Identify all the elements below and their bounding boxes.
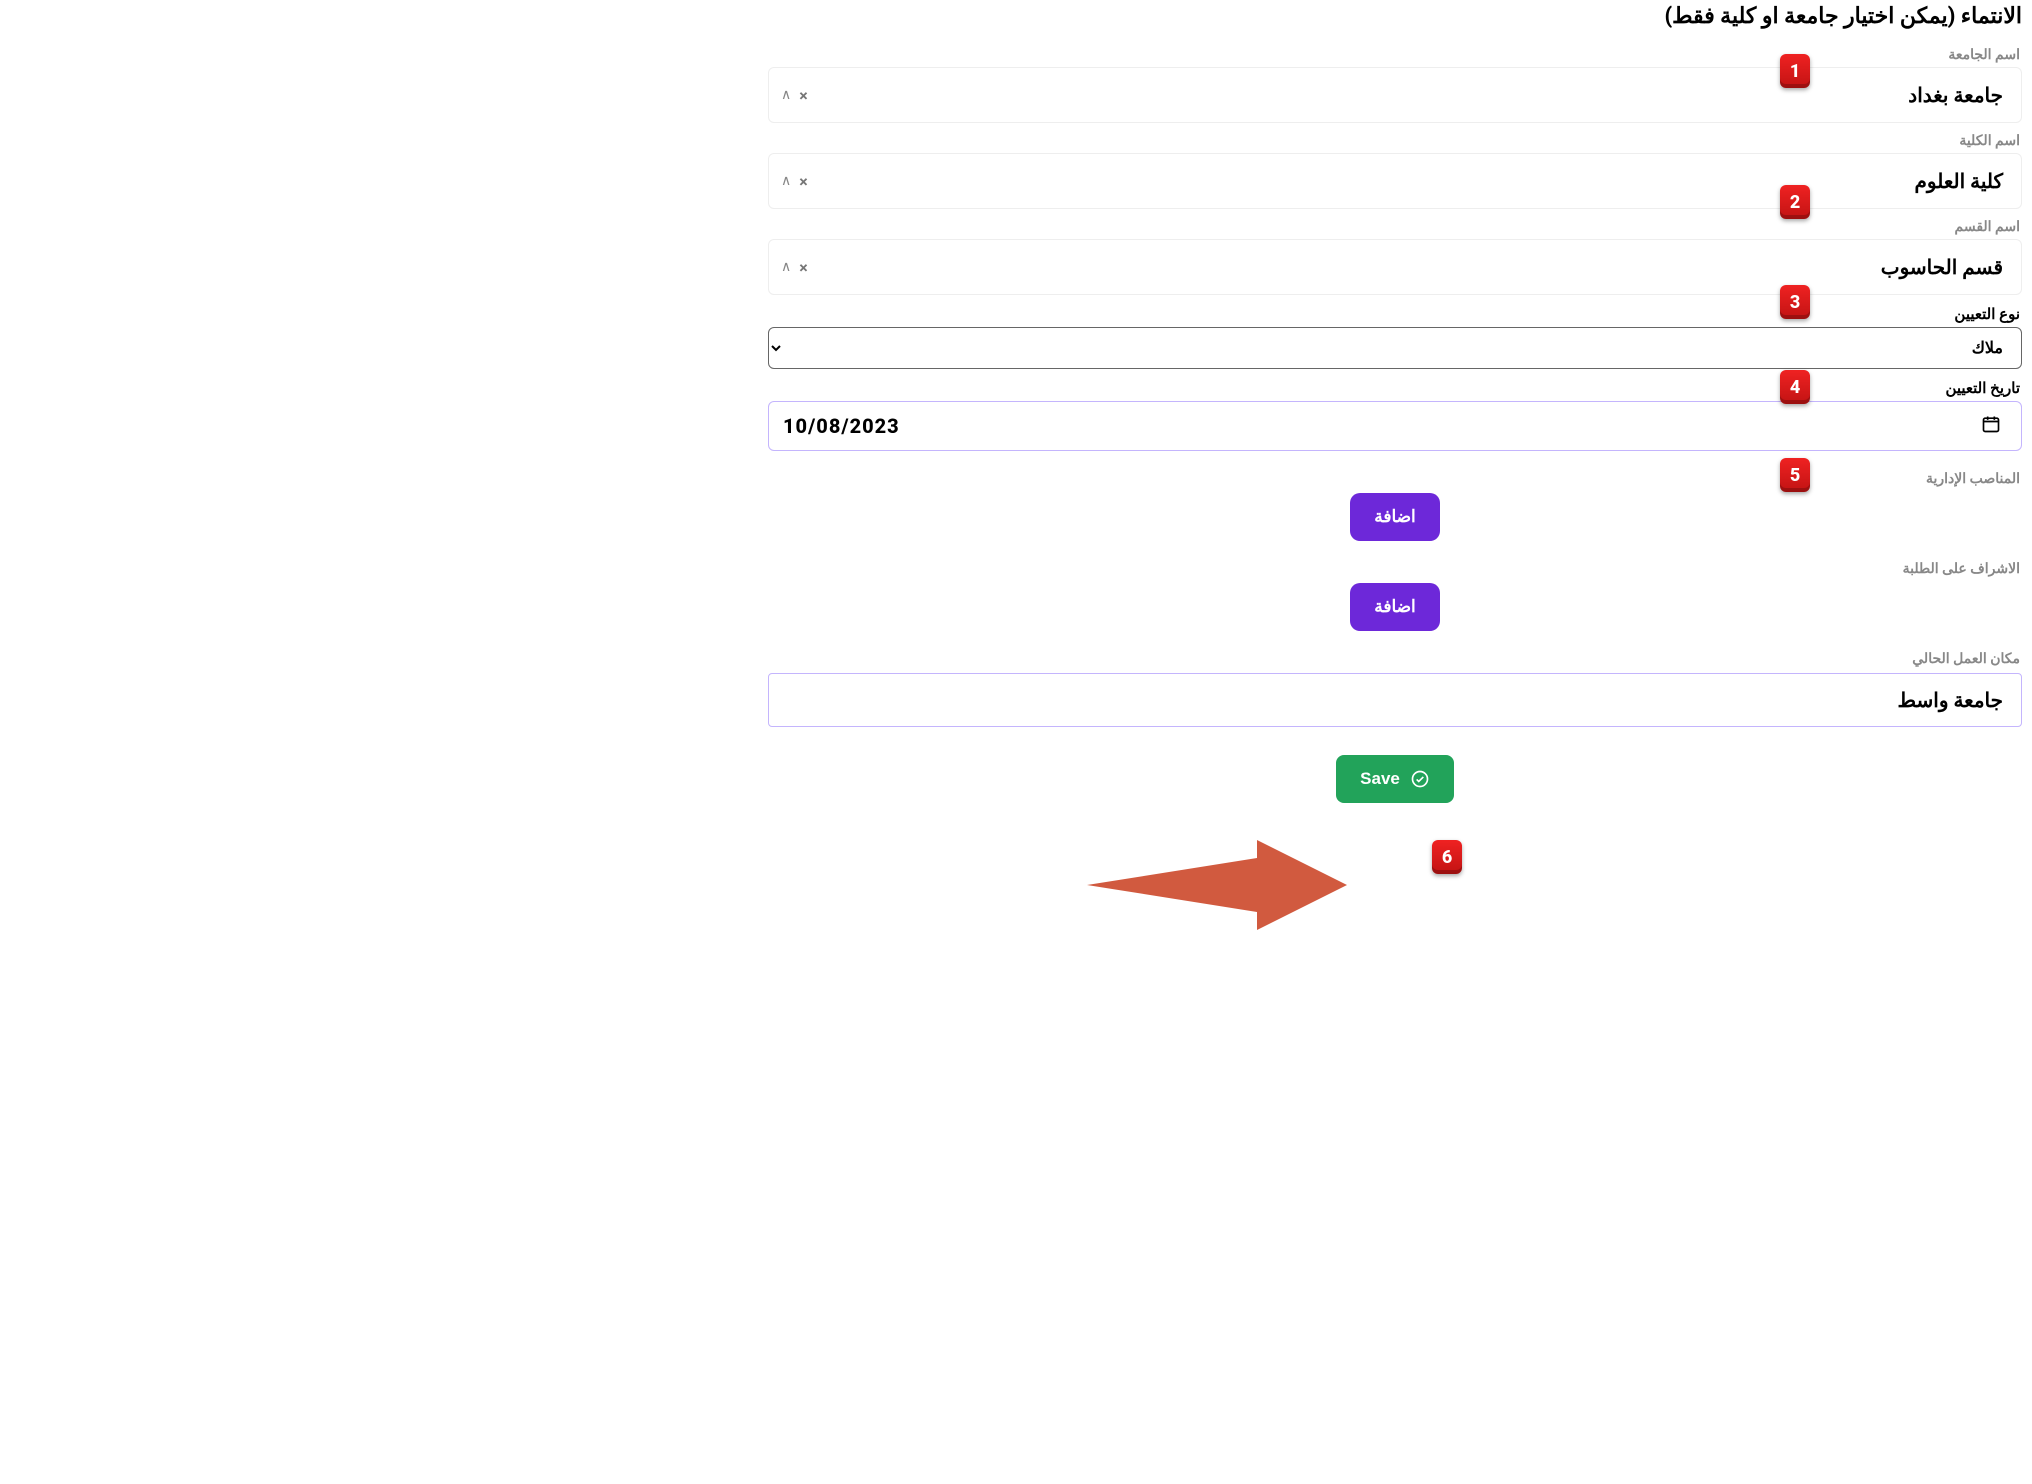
- section-title: الانتماء (يمكن اختيار جامعة او كلية فقط): [768, 4, 2022, 29]
- check-circle-icon: [1410, 769, 1430, 789]
- clear-icon[interactable]: ×: [799, 258, 808, 277]
- department-value: قسم الحاسوب: [808, 255, 2003, 279]
- annotation-arrow: [1087, 840, 1347, 930]
- field-college: اسم الكلية كلية العلوم ∧ ×: [768, 133, 2022, 209]
- chevron-up-icon[interactable]: ∧: [781, 259, 791, 275]
- annotation-badge-6: 6: [1432, 840, 1462, 874]
- calendar-icon[interactable]: [1981, 414, 2001, 438]
- save-button-label: Save: [1360, 769, 1400, 789]
- annotation-badge-4: 4: [1780, 370, 1810, 404]
- add-supervision-button[interactable]: اضافة: [1350, 583, 1440, 631]
- add-admin-position-button[interactable]: اضافة: [1350, 493, 1440, 541]
- supervision-label: الاشراف على الطلبة: [768, 561, 2022, 583]
- appointment-date-label: تاريخ التعيين: [768, 379, 2022, 401]
- college-select[interactable]: كلية العلوم ∧ ×: [768, 153, 2022, 209]
- university-label: اسم الجامعة: [768, 47, 2022, 67]
- clear-icon[interactable]: ×: [799, 86, 808, 105]
- department-select[interactable]: قسم الحاسوب ∧ ×: [768, 239, 2022, 295]
- annotation-badge-3: 3: [1780, 285, 1810, 319]
- chevron-up-icon[interactable]: ∧: [781, 173, 791, 189]
- annotation-badge-1: 1: [1780, 54, 1810, 88]
- chevron-up-icon[interactable]: ∧: [781, 87, 791, 103]
- university-value: جامعة بغداد: [808, 83, 2003, 107]
- appointment-type-select[interactable]: ملاك: [768, 327, 2022, 369]
- field-university: اسم الجامعة جامعة بغداد ∧ ×: [768, 47, 2022, 123]
- save-button[interactable]: Save: [1336, 755, 1454, 803]
- university-select[interactable]: جامعة بغداد ∧ ×: [768, 67, 2022, 123]
- appointment-date-value: 10/08/2023: [783, 414, 900, 438]
- current-workplace-value: جامعة واسط: [787, 688, 2003, 712]
- current-workplace-input[interactable]: جامعة واسط: [768, 673, 2022, 727]
- admin-positions-label: المناصب الإدارية: [768, 471, 2022, 493]
- section-current-workplace: مكان العمل الحالي جامعة واسط: [768, 651, 2022, 727]
- field-department: اسم القسم قسم الحاسوب ∧ ×: [768, 219, 2022, 295]
- annotation-badge-5: 5: [1780, 458, 1810, 492]
- current-workplace-label: مكان العمل الحالي: [768, 651, 2022, 673]
- field-appointment-date: تاريخ التعيين 10/08/2023: [768, 379, 2022, 451]
- field-appointment-type: نوع التعيين ملاك: [768, 305, 2022, 369]
- annotation-badge-2: 2: [1780, 185, 1810, 219]
- section-supervision: الاشراف على الطلبة اضافة: [768, 561, 2022, 631]
- college-value: كلية العلوم: [808, 169, 2003, 193]
- clear-icon[interactable]: ×: [799, 172, 808, 191]
- college-label: اسم الكلية: [768, 133, 2022, 153]
- appointment-type-label: نوع التعيين: [768, 305, 2022, 327]
- department-label: اسم القسم: [768, 219, 2022, 239]
- appointment-date-input[interactable]: 10/08/2023: [768, 401, 2022, 451]
- section-admin-positions: المناصب الإدارية اضافة: [768, 471, 2022, 541]
